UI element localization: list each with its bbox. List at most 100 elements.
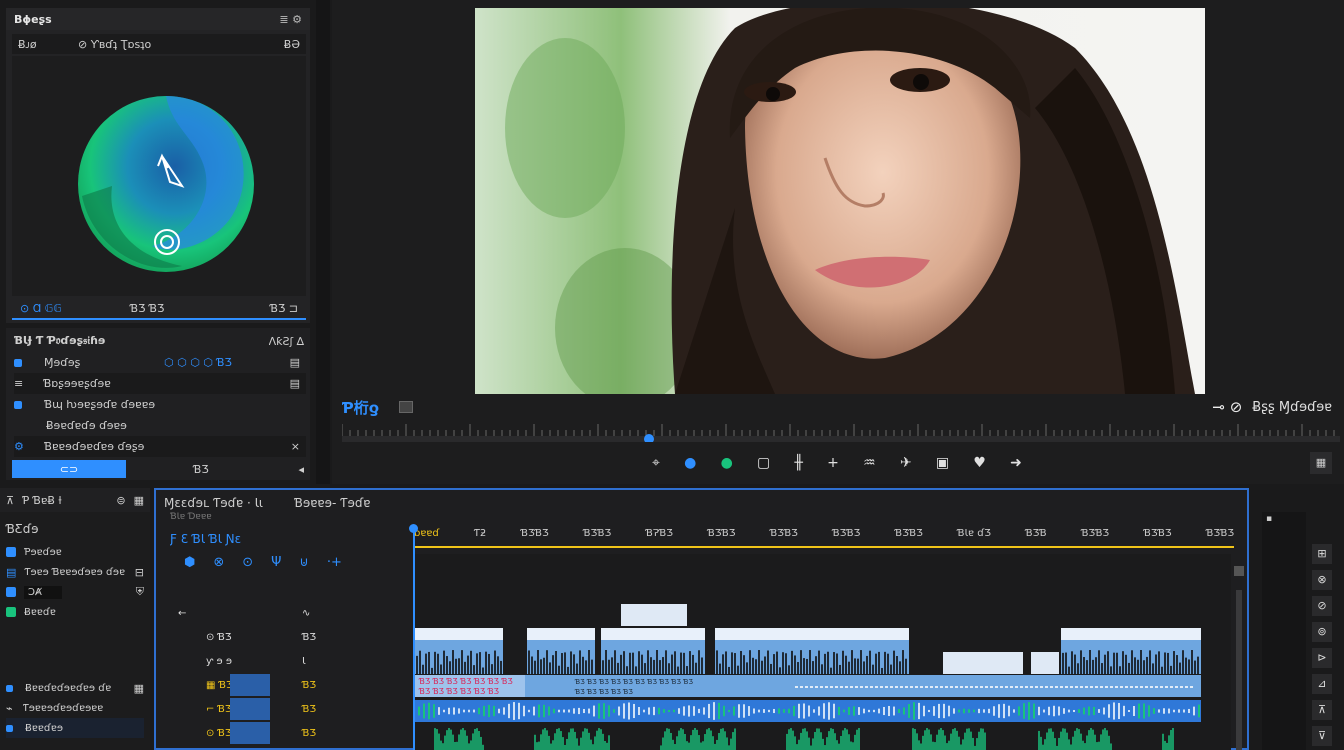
wheel-panel-menu-icon[interactable]: ≣ ⚙: [279, 13, 302, 26]
effects-row-2[interactable]: ≡ Ɓɒʂɘɘɐʂɗɘɐ ▤: [14, 373, 306, 394]
timeline-scrollbar[interactable]: [1236, 590, 1242, 750]
track-control-right[interactable]: Ɩ: [302, 656, 306, 667]
waveform-icon[interactable]: ╫: [795, 455, 803, 471]
timeline-scroll-top[interactable]: [1234, 566, 1244, 576]
project-item[interactable]: ▤ Ƭɘɐɘ Ɓɐɐɘɗɘɐɘ ɗɘɐ ⊟: [6, 562, 144, 582]
timeline-tool-icon[interactable]: ⊍: [299, 555, 309, 570]
heart-icon[interactable]: ♥: [973, 455, 986, 471]
track-control-left[interactable]: ▦ ƁƷ: [206, 680, 233, 691]
viewer-scrubber[interactable]: [341, 420, 1340, 444]
track-control-row[interactable]: ⌐ ƁƷ ƁƷ: [156, 698, 412, 720]
razor-icon[interactable]: ✈: [900, 455, 912, 471]
effects-tab-2[interactable]: ƁƷ: [126, 463, 276, 476]
film-icon[interactable]: ▣: [936, 455, 949, 471]
project-item[interactable]: ƆȺ ⛨: [6, 582, 144, 602]
project-item[interactable]: ⌁ Ƭɘɐɐɘɗɐɘɗɐɘɐɐ: [6, 698, 144, 718]
right-tool-icon[interactable]: ⊿: [1312, 674, 1332, 694]
viewer-frame[interactable]: [475, 8, 1205, 394]
track-target-icon[interactable]: [230, 698, 270, 720]
playhead-marker-icon[interactable]: [409, 524, 418, 533]
wheel-sub-right[interactable]: ɃƏ: [284, 38, 300, 51]
toolbar-label[interactable]: Ƥ ƁɐɃ ƚ: [22, 494, 92, 507]
audio-track-blue[interactable]: [415, 700, 1201, 722]
grid-icon[interactable]: ▦: [1310, 452, 1332, 474]
toolbar-icon-3[interactable]: ▦: [134, 494, 144, 507]
timeline-tool-icon[interactable]: Ψ: [271, 555, 281, 570]
wheel-canvas[interactable]: [12, 56, 306, 296]
crop-icon[interactable]: ⌖: [652, 455, 660, 471]
project-item[interactable]: Ƀɐɐɗɐɘ: [6, 718, 144, 738]
right-tool-icon[interactable]: ⊽: [1312, 726, 1332, 746]
record-icon[interactable]: ●: [721, 455, 733, 471]
wheel-tab-3[interactable]: ƁƷ ⊐: [270, 302, 298, 315]
item-action-icon[interactable]: ⊟: [135, 566, 144, 579]
track-control-right[interactable]: ƁƷ: [302, 632, 316, 643]
right-tool-icon[interactable]: ⊼: [1312, 700, 1332, 720]
wheel-tab-1[interactable]: ⊙ Ɑ 𝔾𝔾: [20, 302, 130, 315]
track-control-row[interactable]: ← ∿: [156, 602, 412, 624]
color-wheel-graphic[interactable]: [12, 56, 306, 296]
wheel-panel-subheader: Ƀᴊø ⊘ Ƴʙɗʇ Ʈɒsʇo ɃƏ: [12, 34, 306, 54]
effects-row-4[interactable]: Ƀɘɐɗɐɗɘ ɗɘɐɘ: [14, 415, 306, 436]
timeline-tool-icon[interactable]: ⊙: [242, 555, 253, 570]
audio-icon[interactable]: ♒: [863, 455, 876, 471]
add-marker-icon[interactable]: +: [827, 455, 839, 471]
wheel-sub-left[interactable]: Ƀᴊø: [18, 38, 78, 51]
track-control-right[interactable]: ƁƷ: [302, 728, 316, 739]
menu-icon[interactable]: ▤: [290, 356, 300, 369]
effects-row-extra[interactable]: ⬡ ⬡ ⬡ ⬡ ƁƷ: [164, 356, 274, 369]
wheel-tab-2[interactable]: ƁƷ ƁƷ: [130, 302, 230, 315]
effects-tab-3[interactable]: ◂: [298, 463, 304, 476]
right-tool-icon[interactable]: ⊚: [1312, 622, 1332, 642]
toolbar-icon-0[interactable]: ⊼: [6, 494, 14, 507]
audio-track-green[interactable]: [415, 726, 1201, 750]
timeline-tool-icon[interactable]: ⊗: [213, 555, 224, 570]
timeline-tools: ⬢ ⊗ ⊙ Ψ ⊍ ·+: [184, 553, 344, 571]
timeline-tool-icon[interactable]: ·+: [327, 555, 342, 570]
effects-row-3[interactable]: Ɓɰ ƕɘɐʂɘɗɐ ɗɘɐɐɘ: [14, 394, 306, 415]
audio-clip-text[interactable]: ƁƷ ƁƷ ƁƷ ƁƷ ƁƷ ƁƷ ƁƷ ƁƷ ƁƷ ƁƷ ƁƷ ƁƷ ƁƷ Ɓ…: [415, 675, 1201, 697]
timeline-tool-icon[interactable]: ⬢: [184, 555, 195, 570]
color-pin-icon[interactable]: ●: [684, 455, 696, 471]
track-control-right[interactable]: ƁƷ: [302, 704, 316, 715]
track-control-left[interactable]: ⌐ ƁƷ: [206, 704, 232, 715]
project-item[interactable]: Ƀɐɐɗɐ: [6, 602, 144, 622]
panel-divider[interactable]: [316, 0, 330, 484]
right-tool-icon[interactable]: ⊘: [1312, 596, 1332, 616]
viewer-zoom-icon[interactable]: ⊸ ⊘: [1212, 398, 1242, 416]
track-control-row[interactable]: ƴ ɘ ɘƖ: [156, 650, 412, 672]
project-item[interactable]: Ƥɘɐɗɘɐ: [6, 542, 144, 562]
track-target-icon[interactable]: [230, 674, 270, 696]
track-control-left[interactable]: ←: [178, 608, 186, 619]
right-tool-icon[interactable]: ⊳: [1312, 648, 1332, 668]
frame-icon[interactable]: ▢: [757, 455, 770, 471]
next-icon[interactable]: ➜: [1010, 455, 1022, 471]
track-control-left[interactable]: ⊙ ƁƷ: [206, 632, 232, 643]
toolbar-icon-2[interactable]: ⊜: [116, 494, 125, 507]
viewer-snapshot-icon[interactable]: [399, 401, 414, 413]
track-control-right[interactable]: ∿: [302, 608, 310, 619]
right-tool-icon[interactable]: ⊗: [1312, 570, 1332, 590]
track-control-row[interactable]: ⊙ ƁƷ ƁƷ: [156, 626, 412, 648]
timeline-ruler[interactable]: ƀɐɐɗ Ƭƻ ƁƷƁƷ ƁƷƁƷ ƁɁƁƷ ƁƷƁƷ ƁƷƁƷ ƁƷƁƷ ƁƷƁƷ ƁƖɐ ɗƷ…: [414, 526, 1234, 552]
effects-tab-active[interactable]: ⊂⊃: [12, 460, 126, 478]
track-control-row[interactable]: ▦ ƁƷ ƁƷ: [156, 674, 412, 696]
wheel-sub-mid[interactable]: ⊘ Ƴʙɗʇ Ʈɒsʇo: [78, 38, 248, 51]
item-action-icon[interactable]: ▦: [134, 682, 144, 695]
viewer-ruler[interactable]: [341, 420, 1340, 444]
close-icon[interactable]: ×: [291, 440, 300, 453]
video-clip[interactable]: [621, 604, 687, 626]
effects-row-1[interactable]: Ɱɘɗɘʂ ⬡ ⬡ ⬡ ⬡ ƁƷ ▤: [14, 352, 306, 373]
timeline-blue-labels: Ƒ Ɛ ƁƖ ƁƖ Ɲɛ: [170, 532, 242, 546]
track-target-icon[interactable]: [230, 722, 270, 744]
track-control-row[interactable]: ⊙ ƁƷ ƁƷ: [156, 722, 412, 744]
track-control-left[interactable]: ƴ ɘ ɘ: [206, 656, 232, 667]
effects-row-5[interactable]: ⚙ Ɓɐɐɘɗɘɐɗɐɘ ɗɘʂɘ ×: [14, 436, 306, 457]
track-control-left[interactable]: ⊙ ƁƷ: [206, 728, 232, 739]
menu-icon[interactable]: ▤: [290, 377, 300, 390]
project-item[interactable]: Ƀɐɐɗɐɗɘɐɗɐɘ ɗɐ ▦: [6, 678, 144, 698]
track-control-right[interactable]: ƁƷ: [302, 680, 316, 691]
effects-title-right[interactable]: ɅƙƧʃ ∆: [269, 335, 304, 348]
right-tool-icon[interactable]: ⊞: [1312, 544, 1332, 564]
shield-icon[interactable]: ⛨: [136, 585, 144, 599]
